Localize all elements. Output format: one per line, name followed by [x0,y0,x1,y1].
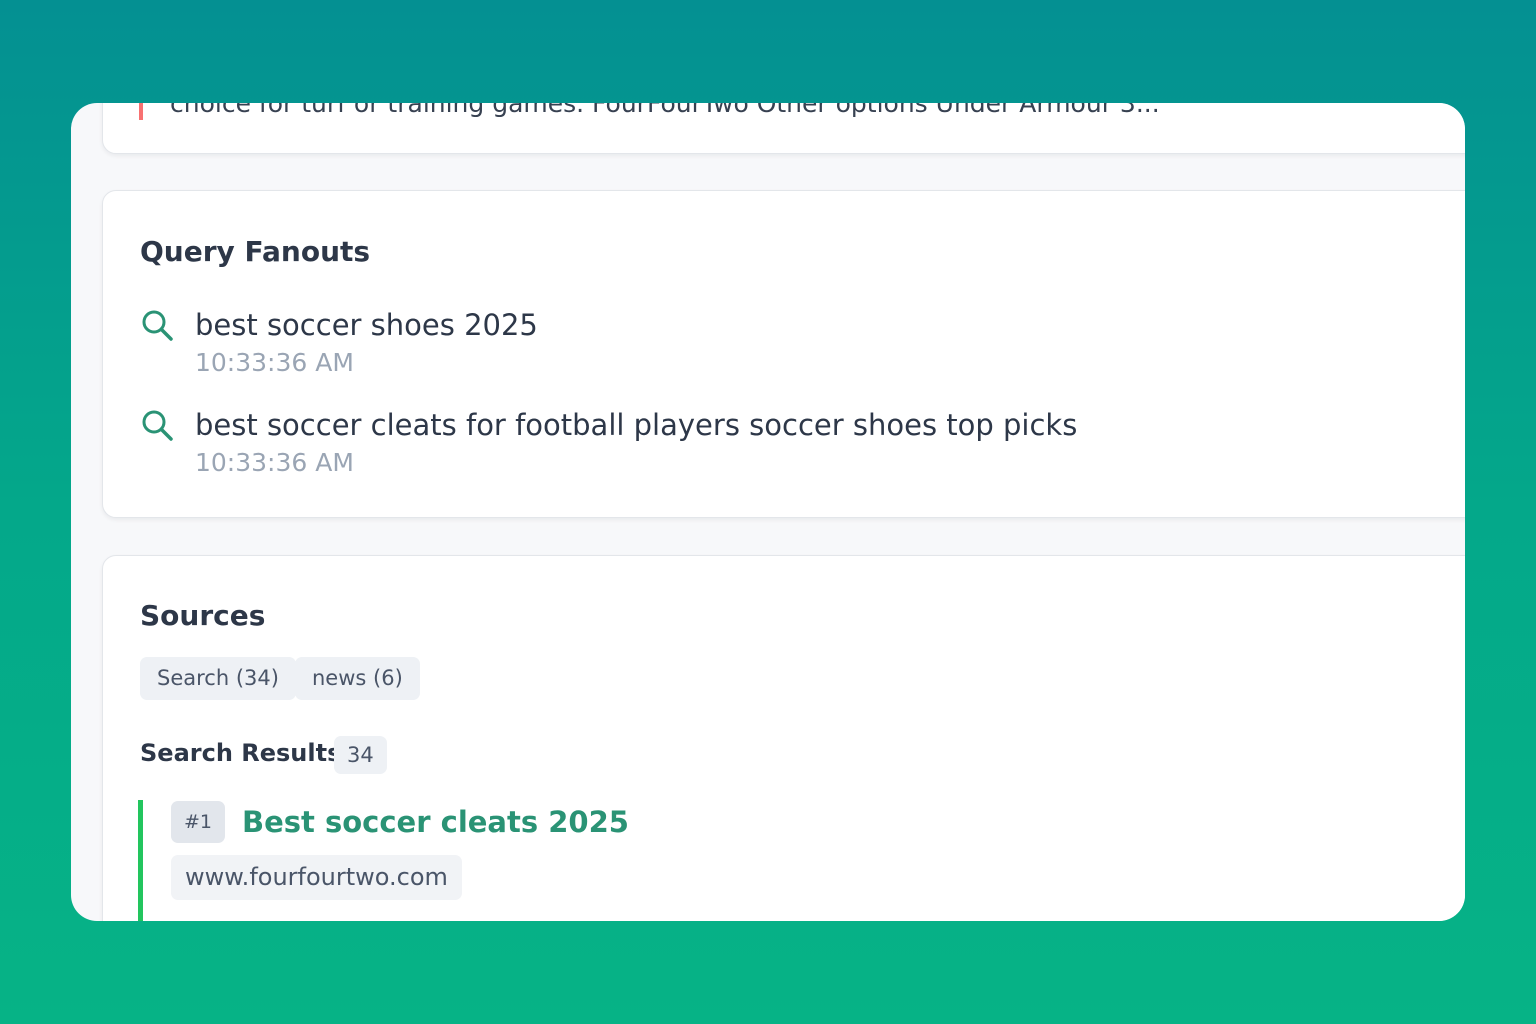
accent-bar [139,103,143,120]
sources-card: Sources Search (34) news (6) Search Resu… [102,555,1465,921]
search-icon [140,408,174,442]
section-title-query-fanouts: Query Fanouts [140,235,371,268]
app-window: choice for turf or training games. FourF… [71,103,1465,921]
result-accent-bar [138,800,143,921]
result-title-link[interactable]: Best soccer cleats 2025 [242,805,629,839]
result-rank-badge: #1 [171,801,226,843]
search-icon [140,308,174,342]
source-filter-search[interactable]: Search (34) [140,657,296,700]
query-fanouts-card: Query Fanouts best soccer shoes 2025 10:… [102,190,1465,518]
search-results-label: Search Results [140,739,342,767]
fanout-timestamp: 10:33:36 AM [195,448,354,477]
fanout-query: best soccer cleats for football players … [195,408,1078,442]
section-title-sources: Sources [140,599,266,632]
result-snippet: choice for turf or training games. FourF… [170,103,1160,118]
result-domain: www.fourfourtwo.com [171,855,462,900]
fanout-timestamp: 10:33:36 AM [195,348,354,377]
search-results-count-badge: 34 [334,736,387,774]
source-filter-news[interactable]: news (6) [295,657,420,700]
fanout-query: best soccer shoes 2025 [195,308,538,342]
previous-result-card: choice for turf or training games. FourF… [102,103,1465,154]
